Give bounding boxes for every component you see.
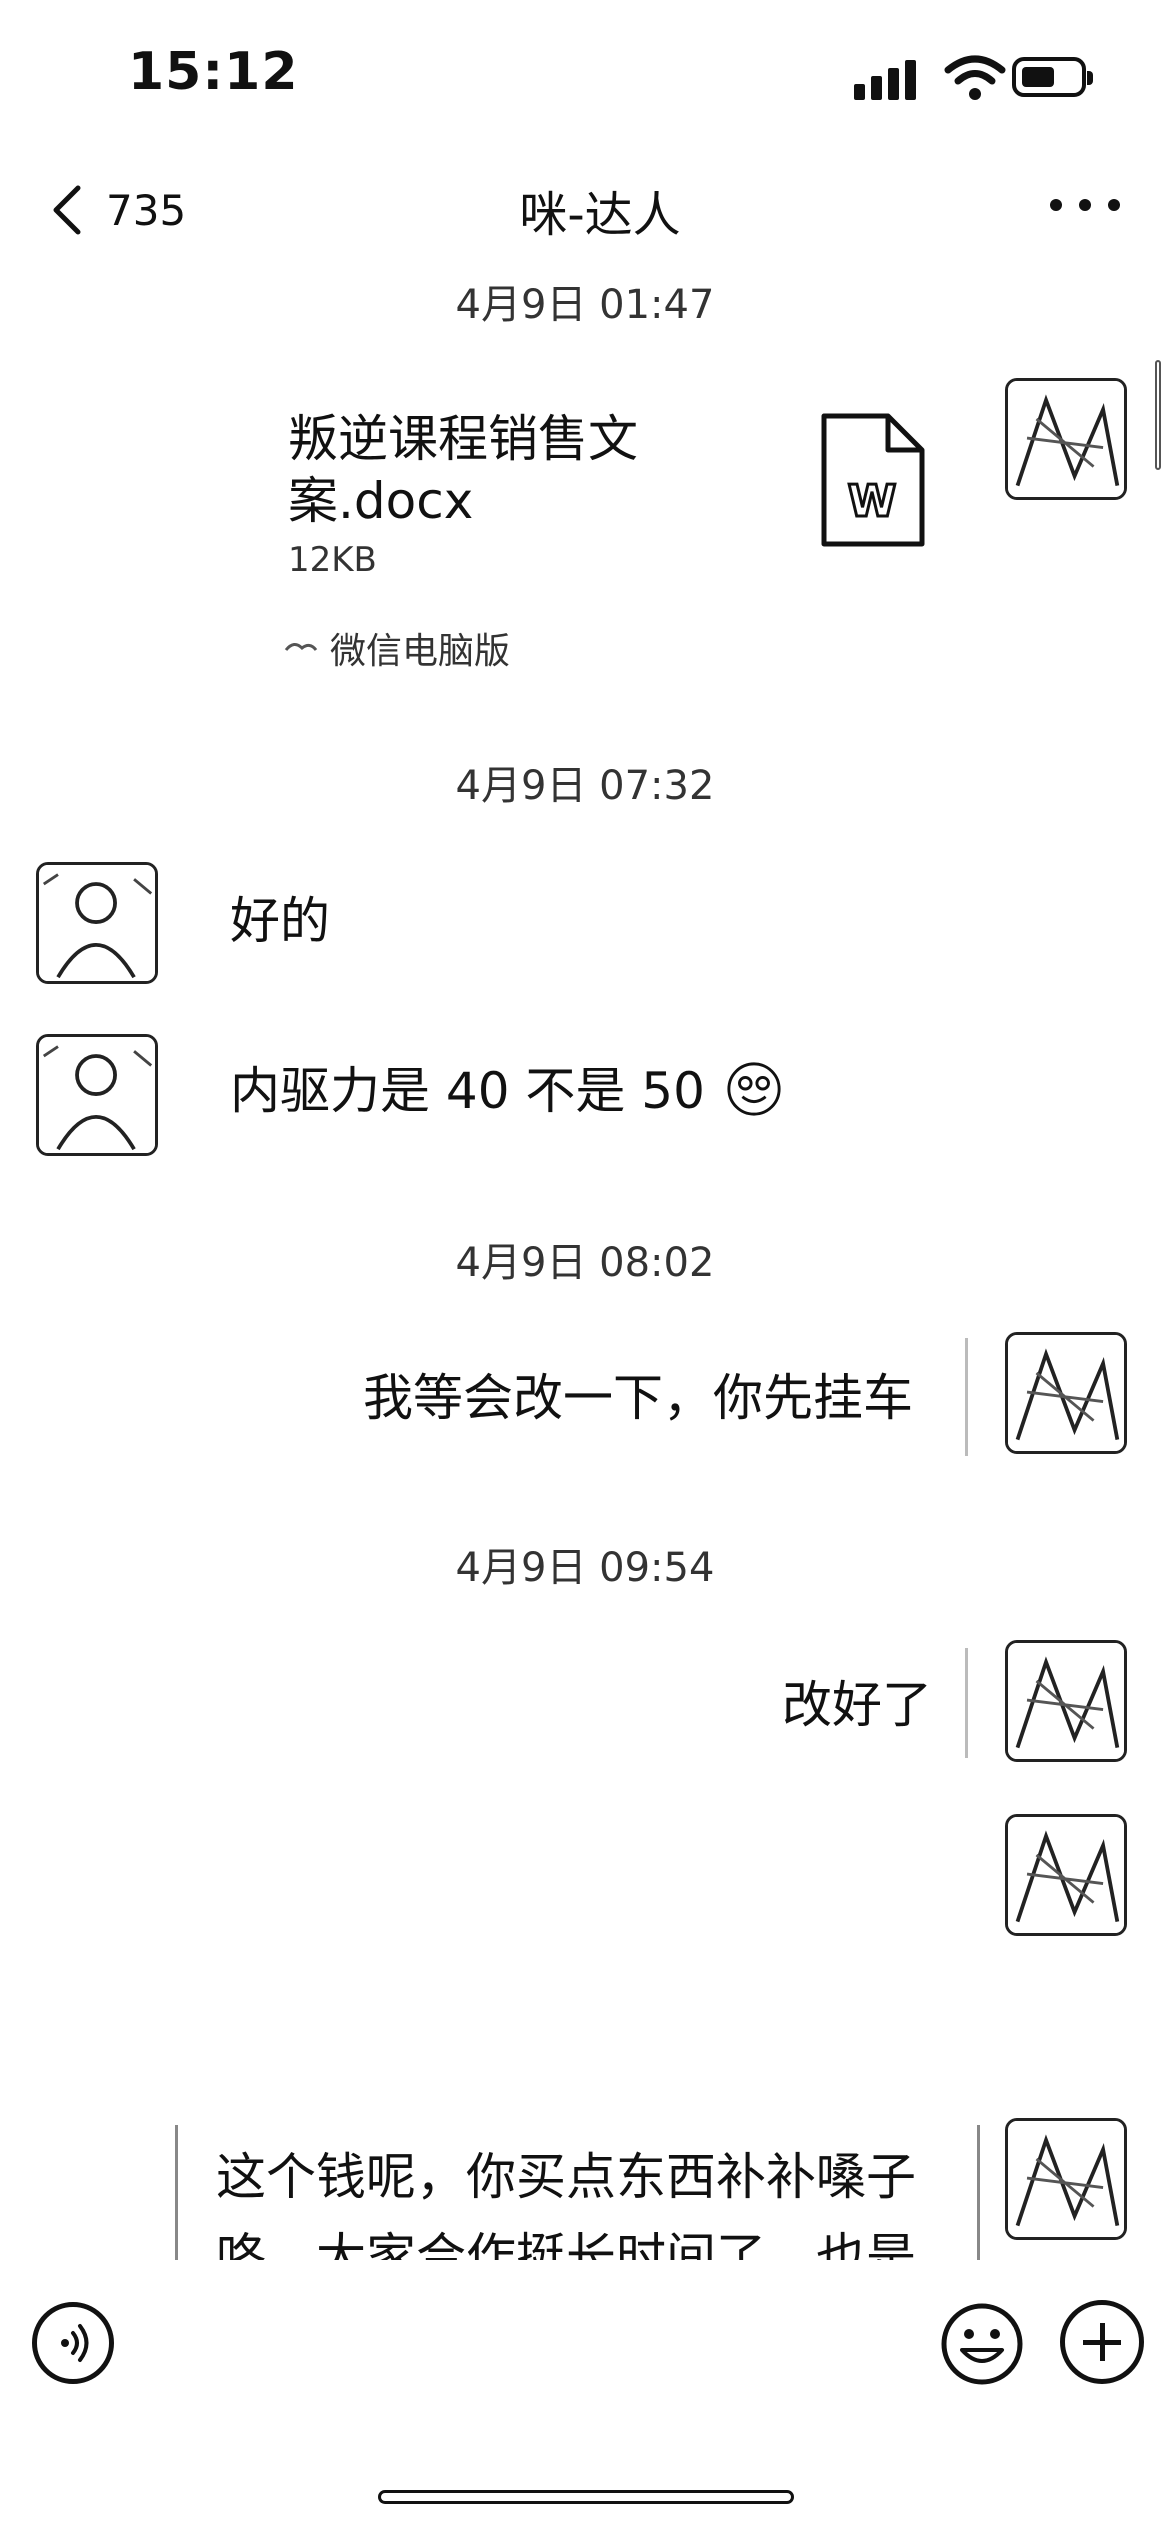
my-avatar[interactable] (1005, 1640, 1127, 1762)
bubble-edge (965, 1338, 968, 1456)
file-size: 12KB (288, 540, 377, 580)
wifi-icon (944, 55, 1006, 100)
my-avatar[interactable] (1005, 1814, 1127, 1936)
file-source-label: 微信电脑版 (330, 631, 511, 672)
cellular-signal-icon (854, 58, 916, 100)
file-name: 叛逆课程销售文案.docx (288, 410, 638, 530)
message-text: 改好了 (782, 1676, 932, 1734)
message-bubble[interactable]: 这个钱呢，你买点东西补补嗓子咯，大家合作挺长时间了，也是 (175, 2125, 980, 2260)
contact-avatar[interactable] (36, 862, 158, 984)
unread-count: 735 (106, 185, 187, 235)
contact-avatar[interactable] (36, 1034, 158, 1156)
my-avatar[interactable] (1005, 2118, 1127, 2240)
svg-text:W: W (848, 476, 897, 527)
file-message[interactable]: 叛逆课程销售文案.docx 12KB 微信电脑版 W (270, 390, 970, 700)
chevron-left-icon (53, 185, 81, 235)
scrollbar[interactable] (1155, 360, 1161, 470)
my-avatar[interactable] (1005, 378, 1127, 500)
timestamp: 4月9日 08:02 (455, 1240, 715, 1286)
timestamp: 4月9日 01:47 (455, 282, 715, 328)
timestamp: 4月9日 07:32 (455, 763, 715, 809)
message-text: 我等会改一下，你先挂车 (363, 1369, 913, 1427)
my-avatar[interactable] (1005, 1332, 1127, 1454)
more-dots-icon[interactable] (1050, 180, 1120, 230)
smile-emoji-icon (727, 1062, 781, 1116)
emoji-icon[interactable] (938, 2300, 1026, 2388)
message-text: 内驱力是 40 不是 50 (230, 1058, 783, 1124)
back-button[interactable]: 735 (40, 170, 210, 250)
wechat-pc-icon (284, 643, 318, 651)
chat-title: 咪-达人 (519, 187, 681, 243)
home-indicator[interactable] (378, 2490, 794, 2504)
message-text: 好的 (230, 892, 330, 950)
bubble-edge (965, 1648, 968, 1758)
message-text-content: 内驱力是 40 不是 50 (230, 1062, 705, 1120)
plus-icon[interactable] (1060, 2300, 1144, 2384)
status-time: 15:12 (128, 42, 299, 102)
word-doc-icon: W (821, 413, 925, 547)
battery-icon (1012, 57, 1093, 97)
timestamp: 4月9日 09:54 (455, 1545, 715, 1591)
file-source: 微信电脑版 (284, 622, 510, 674)
message-text: 这个钱呢，你买点东西补补嗓子咯，大家合作挺长时间了，也是 (216, 2148, 916, 2260)
voice-icon[interactable] (32, 2302, 114, 2384)
voice-wave-icon (61, 2324, 89, 2362)
